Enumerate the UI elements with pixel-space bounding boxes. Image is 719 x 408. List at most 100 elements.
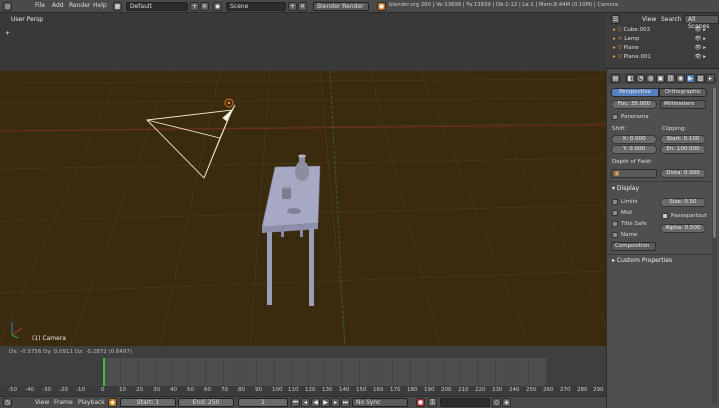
end-frame-field[interactable]: End: 250 — [178, 398, 234, 407]
keying-set-field[interactable] — [440, 398, 490, 407]
bowl-object[interactable] — [287, 208, 301, 214]
physics-tab-icon[interactable]: ◉ — [676, 74, 685, 83]
object-tab-icon[interactable]: ▣ — [656, 74, 665, 83]
outliner-filter-select[interactable]: All Scenes — [684, 15, 719, 30]
add-scene-button[interactable]: + — [288, 2, 297, 11]
next-keyframe-icon[interactable]: ▸ — [331, 398, 340, 407]
shift-y-field[interactable]: Y: 0.000 — [611, 145, 657, 154]
cup-object[interactable] — [282, 185, 291, 200]
jump-end-icon[interactable]: ⏭ — [341, 398, 350, 407]
title-safe-checkbox[interactable] — [612, 221, 618, 227]
object-icon: ▣ — [614, 170, 620, 177]
viewport-scene — [0, 13, 606, 346]
display-size-field[interactable]: Size: 0.50 — [660, 198, 706, 207]
remove-layout-button[interactable]: ✕ — [200, 2, 209, 11]
tick-label: 150 — [356, 387, 367, 393]
editor-type-icon[interactable]: ◎ — [3, 2, 12, 11]
custom-properties-header[interactable]: ▸ Custom Properties — [612, 257, 672, 264]
play-icon[interactable]: ▶ — [321, 398, 330, 407]
outliner-menu-search[interactable]: Search — [661, 16, 682, 23]
composition-guides-select[interactable]: Composition — [611, 242, 656, 251]
timeline-editor-icon[interactable]: ◷ — [3, 398, 12, 407]
focal-length-field[interactable]: Foc: 35.000 — [611, 100, 657, 109]
passepartout-alpha-field[interactable]: Alpha: 0.500 — [660, 224, 706, 233]
screen-layout-icon[interactable]: ▦ — [113, 2, 122, 11]
tick-label: -20 — [59, 387, 68, 393]
outliner-menu-view[interactable]: View — [642, 16, 656, 23]
current-frame-field[interactable]: 1 — [238, 398, 288, 407]
tick-label: 170 — [390, 387, 401, 393]
visibility-icon[interactable]: 👁 ▸ — [695, 35, 707, 44]
scene-field[interactable]: Scene — [226, 2, 286, 11]
texture-tab-icon[interactable]: ▨ — [696, 74, 705, 83]
panorama-checkbox[interactable] — [612, 114, 618, 120]
active-object-label: (1) Camera — [32, 335, 66, 342]
display-section-header[interactable]: ▾ Display — [612, 185, 639, 192]
timeline-menu-playback[interactable]: Playback — [78, 399, 105, 406]
auto-keyframe-icon[interactable]: ● — [416, 398, 425, 407]
menu-render[interactable]: Render — [69, 2, 90, 9]
jump-start-icon[interactable]: ⏮ — [291, 398, 300, 407]
delete-keyframe-icon[interactable]: ◈ — [502, 398, 511, 407]
outliner-item-lamp[interactable]: ▸ ☼ Lamp 👁 ▸ — [613, 35, 708, 44]
prev-keyframe-icon[interactable]: ◂ — [301, 398, 310, 407]
properties-scrollbar[interactable] — [712, 88, 717, 403]
scrollbar-thumb[interactable] — [713, 88, 716, 238]
render-engine-select[interactable]: Blender Render — [313, 2, 369, 11]
current-frame-marker[interactable] — [103, 358, 105, 388]
properties-editor-icon[interactable]: ▤ — [611, 74, 620, 83]
visibility-icon[interactable]: 👁 ▸ — [695, 53, 707, 62]
menu-file[interactable]: File — [35, 2, 45, 9]
start-frame-field[interactable]: Start: 1 — [120, 398, 176, 407]
world-tab-icon[interactable]: ◍ — [646, 74, 655, 83]
tab-perspective[interactable]: Perspective — [611, 88, 659, 97]
tick-label: -10 — [76, 387, 85, 393]
preview-range-icon[interactable]: ◆ — [108, 398, 117, 407]
tool-shelf-toggle-icon[interactable]: + — [5, 30, 10, 37]
tick-label: 140 — [339, 387, 350, 393]
timeline-menu-view[interactable]: View — [35, 399, 49, 406]
outliner-item-plane-001[interactable]: ▸ ▽ Plane.001 👁 ▸ — [613, 53, 708, 62]
tab-orthographic[interactable]: Orthographic — [659, 88, 707, 97]
scroll-right-icon[interactable]: ▸ — [706, 74, 715, 83]
clip-start-field[interactable]: Start: 0.100 — [660, 135, 706, 144]
dof-object-field[interactable]: ▣ — [611, 169, 657, 178]
visibility-icon[interactable]: 👁 ▸ — [695, 26, 707, 35]
outliner-item-plane[interactable]: ▸ ▽ Plane 👁 ▸ — [613, 44, 708, 53]
menu-add[interactable]: Add — [52, 2, 64, 9]
visibility-icon[interactable]: 👁 ▸ — [695, 44, 707, 53]
timeline-menu-frame[interactable]: Frame — [54, 399, 73, 406]
tick-label: 270 — [560, 387, 571, 393]
limits-checkbox[interactable] — [612, 199, 618, 205]
outliner-item-cube[interactable]: ▸ ▽ Cube.003 👁 ▸ — [613, 26, 708, 35]
add-layout-button[interactable]: + — [190, 2, 199, 11]
name-label: Name — [621, 232, 638, 238]
timeline-area[interactable]: -50 -40 -30 -20 -10 0 10 20 30 40 50 60 … — [0, 358, 606, 396]
mist-checkbox[interactable] — [612, 210, 618, 216]
lens-unit-select[interactable]: Millimeters — [660, 100, 706, 109]
scene-tab-icon[interactable]: ◔ — [636, 74, 645, 83]
mist-label: Mist — [621, 210, 633, 216]
passepartout-checkbox[interactable] — [662, 213, 668, 219]
camera-data-tab-icon[interactable]: ▶ — [686, 74, 695, 83]
constraints-tab-icon[interactable]: ⛓ — [666, 74, 675, 83]
tick-label: -50 — [8, 387, 17, 393]
shift-x-field[interactable]: X: 0.000 — [611, 135, 657, 144]
tick-label: 190 — [424, 387, 435, 393]
clip-end-field[interactable]: En: 100.000 — [660, 145, 706, 154]
remove-scene-button[interactable]: ✕ — [298, 2, 307, 11]
outliner-editor-icon[interactable]: ☰ — [611, 15, 620, 24]
screen-layout-field[interactable]: Default — [126, 2, 188, 11]
tick-label: 260 — [543, 387, 554, 393]
insert-keyframe-icon[interactable]: ◇ — [492, 398, 501, 407]
render-tab-icon[interactable]: ◧ — [626, 74, 635, 83]
scene-icon[interactable]: ◆ — [213, 2, 222, 11]
tick-label: 0 — [101, 387, 105, 393]
name-checkbox[interactable] — [612, 232, 618, 238]
3d-viewport[interactable]: + User Persp (1) Camera — [0, 13, 606, 346]
menu-help[interactable]: Help — [93, 2, 107, 9]
sync-mode-select[interactable]: No Sync — [352, 398, 408, 407]
dof-distance-field[interactable]: Dista: 0.000 — [660, 169, 706, 178]
play-reverse-icon[interactable]: ◀ — [311, 398, 320, 407]
keying-set-icon[interactable]: ⚿ — [428, 398, 437, 407]
